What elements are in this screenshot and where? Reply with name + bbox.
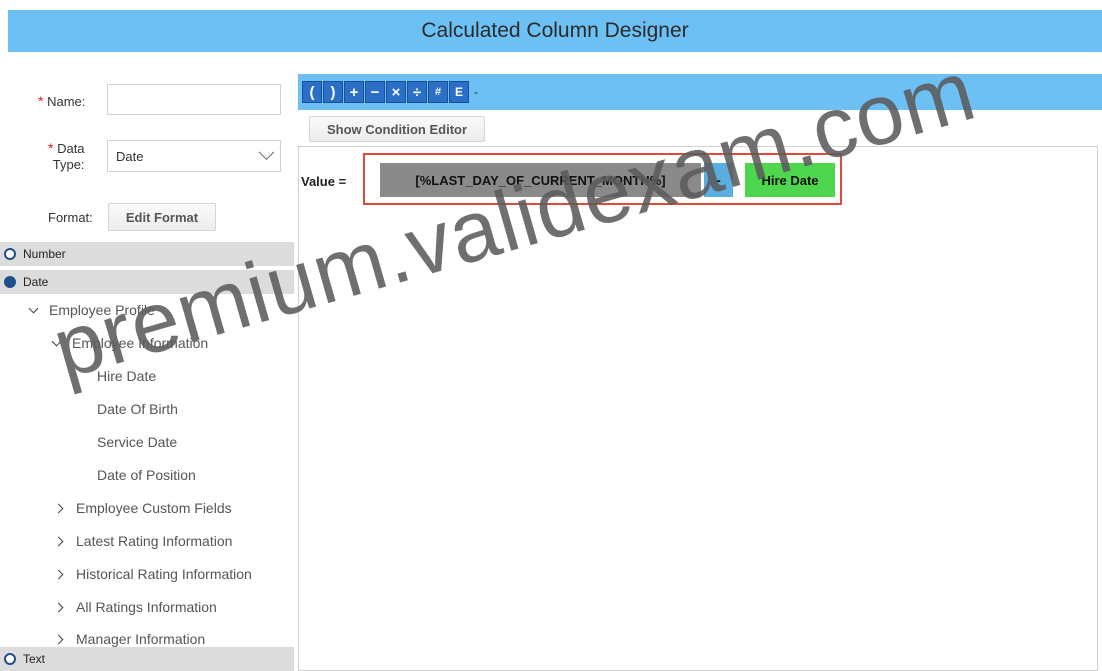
tree-leaf-label: Service Date (97, 434, 178, 450)
data-type-select[interactable]: Date (107, 140, 281, 172)
tree-node-manager-information[interactable]: Manager Information (53, 631, 206, 647)
variable-token[interactable]: [%LAST_DAY_OF_CURRENT_MONTH%] (380, 163, 701, 197)
close-paren-button[interactable]: ) (323, 81, 343, 103)
field-token[interactable]: Hire Date (745, 163, 835, 197)
chevron-right-icon (53, 634, 64, 644)
open-paren-button[interactable]: ( (302, 81, 322, 103)
chevron-right-icon (53, 503, 64, 513)
category-text[interactable]: Text (0, 647, 294, 671)
data-type-label-line2: Type: (52, 157, 85, 172)
title-bar: Calculated Column Designer (8, 10, 1102, 52)
chevron-down-icon (51, 336, 62, 347)
left-panel: * Name: * Data Type: Date Format: Edit F… (0, 52, 294, 671)
tree-node-latest-rating-information[interactable]: Latest Rating Information (53, 533, 233, 549)
chevron-right-icon (53, 602, 64, 612)
expression-canvas[interactable]: Value = [%LAST_DAY_OF_CURRENT_MONTH%] - … (298, 146, 1098, 671)
data-type-label-group: * Data Type: (48, 140, 85, 173)
show-condition-editor-button[interactable]: Show Condition Editor (309, 116, 485, 142)
plus-button[interactable]: + (344, 81, 364, 103)
required-marker: * (38, 93, 44, 109)
tree-leaf-date-of-position[interactable]: Date of Position (97, 467, 196, 483)
tree-node-label: Employee Profile (49, 302, 155, 318)
right-panel: ( ) + − × ÷ # E - Show Condition Editor … (294, 74, 1102, 671)
category-text-label: Text (23, 652, 46, 666)
tree-node-label: Latest Rating Information (76, 533, 233, 549)
tree-leaf-service-date[interactable]: Service Date (97, 434, 177, 450)
window-title: Calculated Column Designer (421, 19, 689, 42)
chevron-right-icon (53, 569, 64, 579)
category-date[interactable]: Date (0, 270, 294, 294)
tree-node-label: Manager Information (76, 631, 206, 647)
radio-icon (4, 653, 16, 665)
tree-leaf-label: Date of Position (97, 467, 196, 483)
tree-node-historical-rating-information[interactable]: Historical Rating Information (53, 566, 252, 582)
required-marker: * (48, 140, 54, 156)
category-date-label: Date (23, 275, 49, 289)
tree-node-label: All Ratings Information (76, 599, 217, 615)
tree-leaf-date-of-birth[interactable]: Date Of Birth (97, 401, 178, 417)
chevron-down-icon (28, 303, 39, 314)
tree-node-employee-profile[interactable]: Employee Profile (28, 302, 155, 318)
data-type-value: Date (116, 148, 144, 164)
radio-selected-icon (4, 276, 16, 288)
operator-token[interactable]: - (704, 163, 733, 197)
minus-button[interactable]: − (365, 81, 385, 103)
format-label: Format: (48, 210, 93, 225)
category-number-label: Number (23, 247, 66, 261)
value-label: Value = (301, 174, 347, 189)
tree-node-employee-information[interactable]: Employee Information (51, 335, 209, 351)
tree-node-all-ratings-information[interactable]: All Ratings Information (53, 599, 217, 615)
expression-highlight: [%LAST_DAY_OF_CURRENT_MONTH%] - Hire Dat… (363, 153, 842, 205)
tree-leaf-label: Date Of Birth (97, 401, 178, 417)
name-label-group: * Name: (38, 93, 85, 109)
name-input[interactable] (107, 84, 281, 115)
tree-leaf-hire-date[interactable]: Hire Date (97, 368, 156, 384)
chevron-down-icon (258, 143, 275, 160)
tree-node-label: Employee Custom Fields (76, 500, 232, 516)
data-type-label-line1: Data (57, 141, 85, 156)
expression-button[interactable]: E (449, 81, 469, 103)
chevron-right-icon (53, 536, 64, 546)
radio-icon (4, 248, 16, 260)
field-tree: Number Date Employee Profile Employee In… (0, 242, 294, 671)
toolbar-trailing-dash: - (474, 85, 478, 99)
divide-button[interactable]: ÷ (407, 81, 427, 103)
number-button[interactable]: # (428, 81, 448, 103)
category-number[interactable]: Number (0, 242, 294, 266)
edit-format-button[interactable]: Edit Format (108, 203, 216, 231)
tree-node-label: Employee Information (72, 335, 209, 351)
operator-toolbar: ( ) + − × ÷ # E - (298, 74, 1102, 110)
tree-node-label: Historical Rating Information (76, 566, 252, 582)
tree-node-employee-custom-fields[interactable]: Employee Custom Fields (53, 500, 232, 516)
multiply-button[interactable]: × (386, 81, 406, 103)
tree-leaf-label: Hire Date (97, 368, 157, 384)
name-label: Name: (47, 94, 86, 109)
